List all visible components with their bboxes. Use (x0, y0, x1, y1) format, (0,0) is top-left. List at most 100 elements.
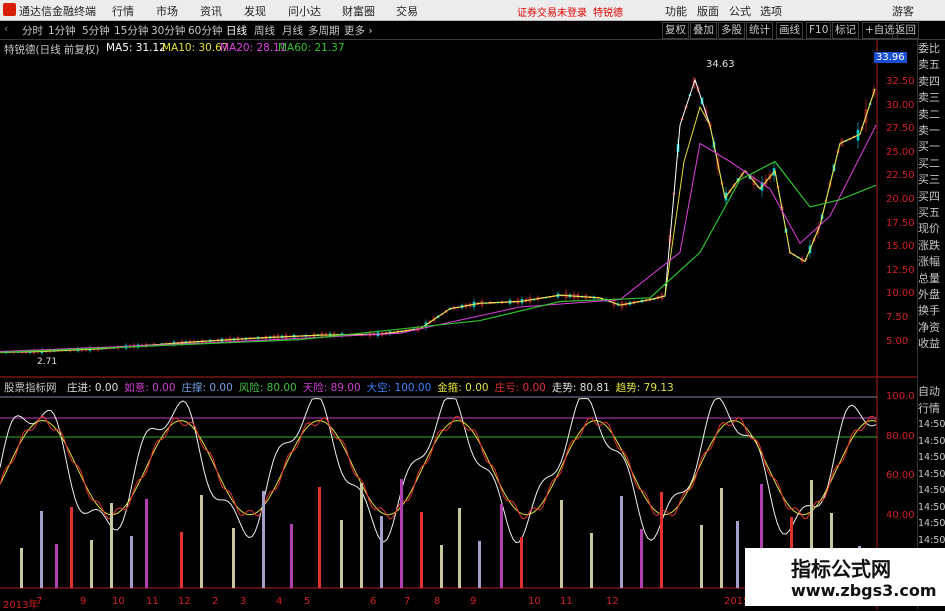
tab-5min[interactable]: 5分钟 (82, 23, 110, 38)
mark-button[interactable]: 标记 (832, 22, 859, 39)
menu-item-layout[interactable]: 版面 (697, 3, 719, 19)
statistics-button[interactable]: 统计 (746, 22, 773, 39)
indicator-bar (110, 503, 113, 588)
menu-item-function[interactable]: 功能 (665, 3, 687, 19)
side-panel-label[interactable]: 现价 (918, 222, 945, 236)
menu-item-trade[interactable]: 交易 (396, 3, 418, 19)
ma10-label: MA10: 30.67 (162, 42, 229, 54)
price-tick: 10.00 (886, 288, 915, 300)
side-panel-label[interactable]: 总量 (918, 272, 945, 286)
indicator-series (0, 398, 877, 544)
login-notice[interactable]: 证券交易未登录 (517, 4, 587, 19)
side-panel-lower-item[interactable]: 14:50 (918, 484, 945, 498)
side-panel-label[interactable]: 买二 (918, 157, 945, 171)
indicator-bar (660, 492, 663, 588)
indicator-bar (720, 488, 723, 588)
side-panel-lower-item[interactable]: 14:50 (918, 468, 945, 482)
indicator-signal-line (0, 420, 877, 516)
side-panel-lower-item[interactable]: 14:50 (918, 517, 945, 531)
menu-item-options[interactable]: 选项 (760, 3, 782, 19)
indicator-bar (130, 536, 133, 588)
side-panel-label[interactable]: 买五 (918, 206, 945, 220)
time-tick: 9 (470, 596, 477, 607)
menu-item-discover[interactable]: 发现 (244, 3, 266, 19)
menu-item-markets[interactable]: 市场 (156, 3, 178, 19)
indicator-item: 如意: 0.00 (124, 382, 176, 394)
f10-button[interactable]: F10 (806, 22, 832, 39)
indicator-bar (380, 516, 383, 588)
side-panel-lower-item[interactable]: 14:50 (918, 534, 945, 548)
tab-timeshare[interactable]: 分时 (22, 23, 43, 38)
time-tick: 2 (212, 596, 219, 607)
menu-item-ask[interactable]: 问小达 (288, 3, 321, 19)
side-panel-label[interactable]: 卖二 (918, 108, 945, 122)
time-tick: 10 (112, 596, 125, 607)
indicator-bar (200, 495, 203, 588)
menu-item-market[interactable]: 行情 (112, 3, 134, 19)
indicator-bar (560, 500, 563, 588)
side-panel-lower-item[interactable]: 行情 (918, 402, 945, 416)
side-panel-lower-item[interactable]: 14:50 (918, 435, 945, 449)
draw-line-button[interactable]: 画线 (776, 22, 803, 39)
time-tick: 6 (370, 596, 377, 607)
tab-30min[interactable]: 30分钟 (151, 23, 185, 38)
indicator-bars (20, 479, 861, 588)
side-panel-label[interactable]: 买四 (918, 190, 945, 204)
side-panel-label[interactable]: 收益 (918, 337, 945, 351)
tab-60min[interactable]: 60分钟 (188, 23, 222, 38)
indicator-tick: 100.0 (886, 391, 915, 402)
indicator-tick: 40.00 (886, 509, 915, 521)
collapse-icon[interactable]: ‹ (4, 23, 8, 35)
adjust-button[interactable]: 复权 (662, 22, 689, 39)
time-tick: 7 (36, 596, 43, 607)
side-panel-label[interactable]: 卖五 (918, 58, 945, 72)
indicator-bar (90, 540, 93, 588)
side-panel-label[interactable]: 卖三 (918, 91, 945, 105)
menu-item-guest[interactable]: 游客 (892, 3, 914, 19)
overlay-button[interactable]: 叠加 (690, 22, 717, 39)
kline-chart[interactable] (0, 40, 917, 609)
side-panel-label[interactable]: 涨跌 (918, 239, 945, 253)
side-panel-lower-item[interactable]: 14:50 (918, 451, 945, 465)
price-tick: 32.50 (886, 76, 915, 87)
tab-multi-period[interactable]: 多周期 (308, 23, 340, 38)
menu-item-wealth[interactable]: 财富圈 (342, 3, 375, 19)
side-panel-label[interactable]: 涨幅 (918, 255, 945, 269)
multi-stock-button[interactable]: 多股 (718, 22, 745, 39)
indicator-item: 庄撑: 0.00 (181, 382, 233, 394)
side-panel-label[interactable]: 外盘 (918, 288, 945, 302)
side-panel-lower-item[interactable]: 14:50 (918, 418, 945, 432)
side-panel-label[interactable]: 净资 (918, 321, 945, 335)
price-tick: 30.00 (886, 99, 915, 111)
side-panel-label[interactable]: 买一 (918, 140, 945, 154)
tab-1min[interactable]: 1分钟 (48, 23, 76, 38)
indicator-bar (520, 537, 523, 588)
side-panel-label[interactable]: 换手 (918, 304, 945, 318)
indicator-bar (420, 512, 423, 588)
side-panel-lower-item[interactable]: 自动 (918, 385, 945, 399)
watermark-title: 指标公式网 (791, 557, 891, 581)
side-panel-label[interactable]: 买三 (918, 173, 945, 187)
menu-item-formula[interactable]: 公式 (729, 3, 751, 19)
price-tick: 20.00 (886, 194, 915, 205)
back-button[interactable]: 返回 (892, 22, 919, 39)
indicator-title[interactable]: 股票指标网 (4, 380, 57, 395)
tab-more[interactable]: 更多 › (344, 23, 373, 38)
indicator-red-line (0, 415, 877, 520)
tab-15min[interactable]: 15分钟 (114, 23, 148, 38)
tab-weekly[interactable]: 周线 (254, 23, 275, 38)
side-panel-label[interactable]: 卖一 (918, 124, 945, 138)
side-panel-label[interactable]: 委比 (918, 42, 945, 56)
indicator-bar (340, 520, 343, 588)
time-tick: 8 (434, 596, 441, 607)
menu-item-news[interactable]: 资讯 (200, 3, 222, 19)
time-tick: 10 (528, 596, 541, 607)
tab-monthly[interactable]: 月线 (282, 23, 303, 38)
ma5-label: MA5: 31.12 (106, 42, 166, 54)
side-panel-label[interactable]: 卖四 (918, 75, 945, 89)
indicator-bar (70, 507, 73, 588)
tab-daily[interactable]: 日线 (226, 23, 247, 38)
time-tick: 12 (178, 596, 191, 607)
side-panel-lower-item[interactable]: 14:50 (918, 501, 945, 515)
indicator-tick: 80.00 (886, 430, 915, 442)
